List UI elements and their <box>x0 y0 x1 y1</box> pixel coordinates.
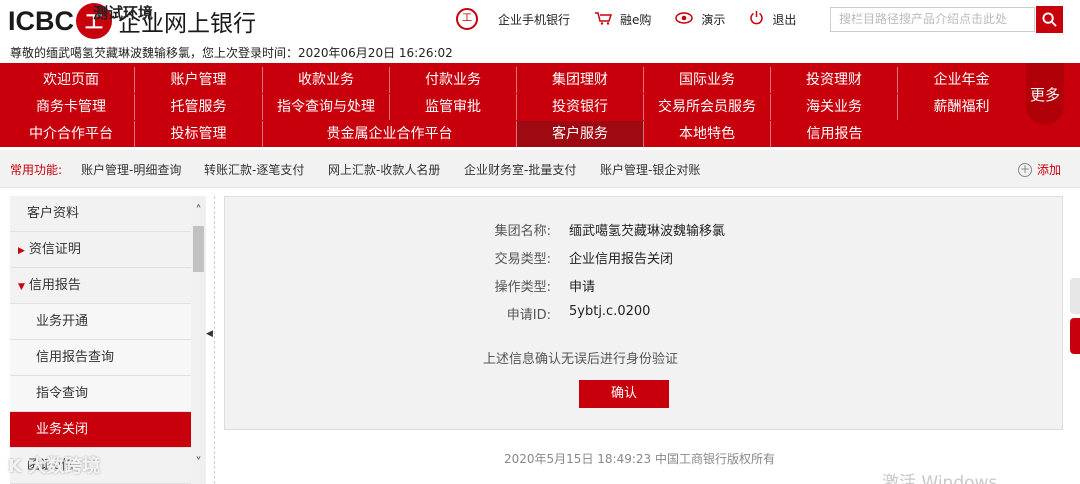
nav-item-customs[interactable]: 海关业务 <box>771 94 898 120</box>
quick-functions-bar: 常用功能: 账户管理-明细查询 转账汇款-逐笔支付 网上汇款-收款人名册 企业财… <box>0 150 1080 188</box>
sidebar-divider <box>214 196 215 484</box>
nav-item-group-finance[interactable]: 集团理财 <box>517 67 644 93</box>
e-shop-link[interactable]: 融e购 <box>594 11 651 28</box>
op-type-label: 操作类型: <box>494 280 551 295</box>
logout-label: 退出 <box>772 12 797 27</box>
sidebar-item-label: 客户资料 <box>27 206 80 221</box>
scrollbar-thumb[interactable] <box>193 226 204 272</box>
nav-item-annuity[interactable]: 企业年金 <box>898 67 1025 93</box>
quick-label: 常用功能: <box>10 163 63 177</box>
nav-item-account[interactable]: 账户管理 <box>135 67 263 93</box>
search-icon <box>1042 12 1057 27</box>
e-shop-label: 融e购 <box>620 12 652 27</box>
mobile-bank-link[interactable]: 工 企业手机银行 <box>456 8 570 30</box>
mobile-bank-icon: 工 <box>456 8 478 30</box>
nav-row-1: 欢迎页面 账户管理 收款业务 付款业务 集团理财 国际业务 投资理财 企业年金 <box>0 67 1022 93</box>
nav-item-payments[interactable]: 付款业务 <box>390 67 517 93</box>
confirm-panel: 集团名称: 缅武噶氢芡藏琳波魏输移氯 交易类型: 企业信用报告关闭 操作类型: … <box>224 196 1063 430</box>
collapse-sidebar-icon[interactable]: ◀ <box>206 326 214 342</box>
demo-eye-icon <box>675 11 694 27</box>
quick-item[interactable]: 账户管理-银企对账 <box>600 161 700 178</box>
nav-row-2: 商务卡管理 托管服务 指令查询与处理 监管审批 投资银行 交易所会员服务 海关业… <box>0 94 1022 120</box>
sidebar-item-report-query[interactable]: 信用报告查询 <box>10 340 191 376</box>
nav-item-precious-metal[interactable]: 贵金属企业合作平台 <box>263 121 517 147</box>
cart-icon <box>594 11 613 28</box>
header: ICBC 工 测试环境 企业网上银行 尊敬的缅武噶氢芡藏琳波魏输移氯，您上次登录… <box>0 0 1080 63</box>
power-icon <box>749 10 764 28</box>
nav-item-international[interactable]: 国际业务 <box>644 67 771 93</box>
quick-item[interactable]: 企业财务室-批量支付 <box>464 161 576 178</box>
watermark: K 大数跨境 <box>8 456 101 477</box>
logo-text: ICBC <box>8 5 74 36</box>
sidebar-item-instruction-query[interactable]: 指令查询 <box>10 376 191 412</box>
apply-id-label: 申请ID: <box>506 308 551 323</box>
sidebar-item-credit-cert[interactable]: ▶ 资信证明 <box>10 232 191 268</box>
group-name-value: 缅武噶氢芡藏琳波魏输移氯 <box>569 224 726 239</box>
side-tab[interactable] <box>1070 278 1080 314</box>
footer-text: 2020年5月15日 18:49:23 中国工商银行版权所有 <box>504 452 775 466</box>
sidebar-item-label: 信用报告 <box>28 278 81 293</box>
nav-item-credit-report[interactable]: 信用报告 <box>771 121 898 147</box>
demo-link[interactable]: 演示 <box>675 11 725 28</box>
trade-type-value: 企业信用报告关闭 <box>569 252 674 267</box>
quick-item[interactable]: 网上汇款-收款人名册 <box>328 161 440 178</box>
sidebar-item-credit-report[interactable]: ▼ 信用报告 <box>10 268 191 304</box>
main-nav: 欢迎页面 账户管理 收款业务 付款业务 集团理财 国际业务 投资理财 企业年金 … <box>0 63 1080 147</box>
sidebar-item-label: 资信证明 <box>28 242 81 257</box>
nav-item-local[interactable]: 本地特色 <box>644 121 771 147</box>
nav-item-receipts[interactable]: 收款业务 <box>263 67 390 93</box>
nav-item-business-card[interactable]: 商务卡管理 <box>8 94 135 120</box>
more-button[interactable]: 更多 <box>1026 63 1064 125</box>
nav-item-agency[interactable]: 中介合作平台 <box>8 121 135 147</box>
sidebar-item-close-service[interactable]: 业务关闭 <box>10 412 191 448</box>
nav-item-approval[interactable]: 监管审批 <box>390 94 517 120</box>
nav-item-tender[interactable]: 投标管理 <box>135 121 263 147</box>
sidebar-item-label: 业务开通 <box>36 314 89 329</box>
logout-link[interactable]: 退出 <box>749 10 796 28</box>
mobile-bank-label: 企业手机银行 <box>498 12 571 27</box>
sidebar-item-customer-info[interactable]: 客户资料 <box>10 196 191 232</box>
quick-item[interactable]: 转账汇款-逐笔支付 <box>204 161 304 178</box>
add-quick-button[interactable]: + 添加 <box>1018 161 1061 178</box>
side-tab-red[interactable] <box>1070 318 1080 354</box>
plus-icon: + <box>1018 161 1032 177</box>
chevron-down-icon[interactable]: ˅ <box>191 456 206 474</box>
trade-type-label: 交易类型: <box>494 252 551 267</box>
sidebar-item-open-service[interactable]: 业务开通 <box>10 304 191 340</box>
caret-right-icon: ▶ <box>18 246 25 256</box>
confirm-button[interactable]: 确认 <box>579 380 669 408</box>
nav-item-exchange-member[interactable]: 交易所会员服务 <box>644 94 771 120</box>
caret-down-icon: ▼ <box>18 282 25 292</box>
activate-windows-text: 激活 Windows <box>882 473 998 484</box>
demo-label: 演示 <box>701 12 726 27</box>
sidebar-item-label: 信用报告查询 <box>36 350 115 365</box>
nav-item-investment-bank[interactable]: 投资银行 <box>517 94 644 120</box>
search-button[interactable] <box>1036 6 1063 33</box>
add-label: 添加 <box>1037 163 1062 177</box>
op-type-value: 申请 <box>569 280 596 295</box>
nav-item-payroll[interactable]: 薪酬福利 <box>898 94 1025 120</box>
nav-item-investment[interactable]: 投资理财 <box>771 67 898 93</box>
quick-item[interactable]: 账户管理-明细查询 <box>81 161 181 178</box>
confirm-hint: 上述信息确认无误后进行身份验证 <box>483 352 679 367</box>
welcome-text: 尊敬的缅武噶氢芡藏琳波魏输移氯，您上次登录时间：2020年06月20日 16:2… <box>10 46 453 60</box>
env-label: 测试环境 <box>93 4 154 22</box>
nav-row-3: 中介合作平台 投标管理 贵金属企业合作平台 客户服务 本地特色 信用报告 <box>0 121 1022 147</box>
nav-item-custody[interactable]: 托管服务 <box>135 94 263 120</box>
apply-id-value: 5ybtj.c.0200 <box>569 304 651 319</box>
sidebar: 客户资料 ▶ 资信证明 ▼ 信用报告 业务开通 信用报告查询 指令查询 业务关闭 函… <box>10 196 191 484</box>
top-links: 工 企业手机银行 融e购 演示 退出 <box>456 6 820 32</box>
chevron-up-icon[interactable]: ˄ <box>191 204 206 222</box>
sidebar-item-label: 指令查询 <box>36 386 89 401</box>
icbc-logo[interactable]: ICBC 工 测试环境 企业网上银行 <box>8 3 256 39</box>
nav-item-instructions[interactable]: 指令查询与处理 <box>263 94 390 120</box>
sidebar-item-label: 业务关闭 <box>36 422 89 437</box>
nav-item-customer-service[interactable]: 客户服务 <box>517 121 644 147</box>
nav-item-welcome[interactable]: 欢迎页面 <box>8 67 135 93</box>
search-input[interactable]: 搜栏目路径搜产品介绍点击此处 <box>830 7 1035 32</box>
group-name-label: 集团名称: <box>494 224 551 239</box>
